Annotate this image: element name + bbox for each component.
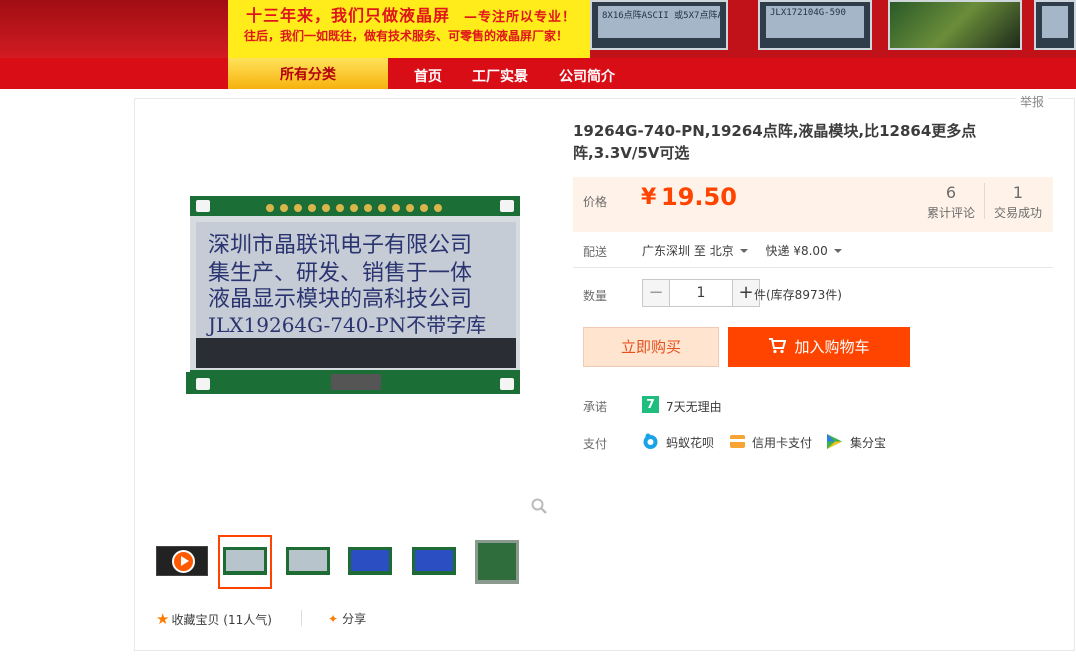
seven-day-return-icon: 7 <box>642 396 659 413</box>
chevron-down-icon <box>739 248 748 253</box>
main-product-image[interactable]: 深圳市晶联讯电子有限公司 集生产、研发、销售于一体 液晶显示模块的高科技公司 J… <box>186 188 524 404</box>
share-button[interactable]: ✦ 分享 <box>328 610 366 627</box>
nav-item-about[interactable]: 公司简介 <box>559 58 615 89</box>
collect-button[interactable]: ★ 收藏宝贝 (11人气) <box>156 610 272 628</box>
divider <box>301 610 302 626</box>
sales-count: 1 <box>1012 183 1024 202</box>
lcd-line: JLX19264G-740-PN不带字库 <box>206 313 486 337</box>
banner-product-image[interactable]: 8X16点阵ASCII 或5X7点阵ASCII码 <box>590 0 728 50</box>
product-title: 19264G-740-PN,19264点阵,液晶模块,比12864更多点阵,3.… <box>573 122 977 162</box>
collect-label: 收藏宝贝 <box>171 613 220 627</box>
collect-count: (11人气) <box>223 613 272 627</box>
reviews-stat[interactable]: 6 累计评论 <box>921 183 981 221</box>
lcd-line: 深圳市晶联讯电子有限公司 <box>208 233 472 258</box>
quantity-label: 数量 <box>583 289 608 303</box>
payment-method: 信用卡支付 <box>752 436 813 450</box>
stock-info: 件(库存8973件) <box>754 288 842 302</box>
nav-item-home[interactable]: 首页 <box>414 58 442 89</box>
delivery-from: 广东深圳 <box>642 244 691 258</box>
zoom-icon[interactable] <box>530 497 548 515</box>
promise-text[interactable]: 7天无理由 <box>666 398 722 415</box>
lcd-line: 液晶显示模块的高科技公司 <box>208 287 472 312</box>
all-categories-button[interactable]: 所有分类 <box>228 58 388 89</box>
thumbnail-image[interactable] <box>218 535 272 589</box>
huabei-icon <box>643 433 658 449</box>
payment-label: 支付 <box>583 437 608 451</box>
banner-slogan-sub: —专注所以专业！ <box>464 10 577 25</box>
thumbnail-image[interactable] <box>343 535 397 589</box>
star-icon: ★ <box>156 610 170 628</box>
banner-product-text: JLX172104G-590 <box>766 6 864 38</box>
banner-tagline: 往后，我们一如既往，做有技术服务、可零售的液晶屏厂家！ <box>244 29 569 43</box>
promise-label: 承诺 <box>583 400 608 414</box>
play-icon <box>172 550 195 573</box>
divider <box>984 183 985 219</box>
banner-product-image[interactable] <box>888 0 1022 50</box>
price-panel: 价格 ¥ 19.50 6 累计评论 1 交易成功 <box>573 177 1053 232</box>
delivery-destination-select[interactable]: 北京 <box>710 244 754 258</box>
sales-label: 交易成功 <box>993 206 1042 220</box>
add-to-cart-label: 加入购物车 <box>794 338 870 356</box>
quantity-decrease-button[interactable]: − <box>642 279 670 307</box>
delivery-info: 广东深圳 至 北京 快递 ¥8.00 <box>642 242 848 259</box>
shop-nav-bar: 所有分类 首页 工厂实景 公司简介 <box>0 58 1076 89</box>
buy-now-button[interactable]: 立即购买 <box>583 327 719 367</box>
share-label: 分享 <box>342 612 367 626</box>
banner-product-image[interactable]: JLX172104G-590 <box>758 0 872 50</box>
delivery-to-word: 至 <box>693 244 706 258</box>
reviews-label: 累计评论 <box>926 206 975 220</box>
chevron-down-icon <box>833 248 842 253</box>
price-currency: ¥ <box>641 185 657 210</box>
add-to-cart-button[interactable]: 加入购物车 <box>728 327 910 367</box>
credit-card-icon <box>730 435 745 448</box>
sales-stat: 1 交易成功 <box>988 183 1048 221</box>
banner-slogan: 十三年来，我们只做液晶屏 —专注所以专业！ <box>246 6 577 25</box>
share-icon: ✦ <box>328 612 339 626</box>
lcd-line: 集生产、研发、销售于一体 <box>208 261 472 286</box>
banner-product-image[interactable] <box>1034 0 1076 50</box>
shipping-select[interactable]: 快递 ¥8.00 <box>766 244 848 258</box>
delivery-label: 配送 <box>583 245 608 259</box>
reviews-count: 6 <box>945 183 957 202</box>
payment-method: 蚂蚁花呗 <box>666 436 715 450</box>
price-label: 价格 <box>583 195 608 209</box>
nav-item-factory[interactable]: 工厂实景 <box>472 58 528 89</box>
quantity-input[interactable]: 1 <box>670 279 732 307</box>
divider <box>573 267 1053 268</box>
banner-left-panel <box>0 0 228 58</box>
jifenbao-icon <box>827 434 842 449</box>
shop-banner: 十三年来，我们只做液晶屏 —专注所以专业！ 往后，我们一如既往，做有技术服务、可零… <box>0 0 1076 58</box>
thumbnail-image[interactable] <box>470 535 524 589</box>
cart-icon <box>769 338 787 354</box>
thumbnail-image[interactable] <box>407 535 461 589</box>
banner-product-text: 8X16点阵ASCII 或5X7点阵ASCII码 <box>598 6 720 38</box>
thumbnail-image[interactable] <box>281 535 335 589</box>
report-link[interactable]: 举报 <box>1016 93 1049 110</box>
payment-method: 集分宝 <box>850 436 887 450</box>
price-value: 19.50 <box>661 183 737 211</box>
video-thumbnail[interactable] <box>156 546 208 576</box>
